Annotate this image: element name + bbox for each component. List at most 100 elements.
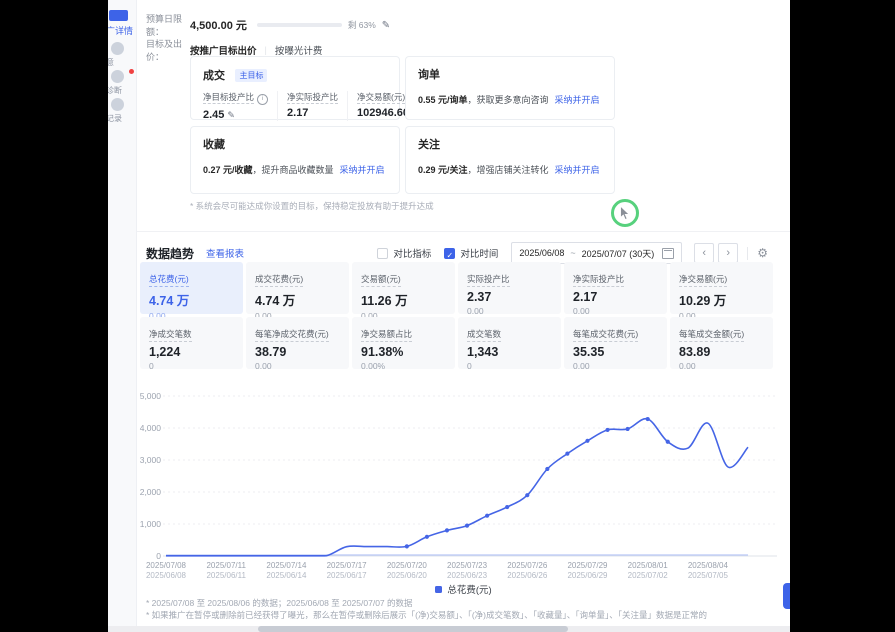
metric-card-value: 2.37 — [467, 290, 552, 304]
metric-card-label: 每笔成交金额(元) — [679, 328, 744, 342]
date-end: 2025/07/07 (30天) — [582, 247, 655, 260]
primary-goal-badge: 主目标 — [235, 69, 267, 82]
metric-card-compare-value: 0 — [149, 361, 234, 371]
svg-text:1,000: 1,000 — [140, 519, 162, 529]
metric-card-label: 净成交笔数 — [149, 328, 192, 342]
adopt-enable-link[interactable]: 采纳并开启 — [555, 165, 600, 175]
calendar-icon — [662, 248, 674, 259]
tab-bid-by-impression[interactable]: 按曝光计费 — [275, 43, 323, 57]
metric-card[interactable]: 每笔成交金额(元)83.890.00 — [670, 317, 773, 369]
scrollbar-thumb[interactable] — [258, 626, 568, 632]
adopt-enable-link[interactable]: 采纳并开启 — [340, 165, 385, 175]
goal-note: * 系统会尽可能达成你设置的目标，保持稳定投放有助于提升达成 — [190, 200, 434, 212]
metric-card-label: 净交易额(元) — [679, 273, 727, 287]
metric-card-grid: 总花费(元) 4.74 万 0.00 成交花费(元)4.74 万0.00 交易额(元) 1… — [140, 262, 773, 369]
svg-text:2025/07/17: 2025/07/17 — [327, 561, 368, 570]
metric-card-value: 91.38% — [361, 345, 446, 359]
metric-card[interactable]: 每笔净成交花费(元)38.790.00 — [246, 317, 349, 369]
metric-card-compare-value: 0.00% — [361, 361, 446, 371]
metric-card-value: 4.74 万 — [149, 290, 234, 309]
metric-card[interactable]: 净实际投产比2.170.00 — [564, 262, 667, 314]
svg-text:2025/07/20: 2025/07/20 — [387, 561, 428, 570]
budget-edit-icon[interactable]: ✎ — [382, 20, 390, 31]
metric-card-compare-value: 0.00 — [255, 361, 340, 371]
diagnosis-icon — [111, 70, 124, 83]
tab-divider: | — [265, 45, 267, 55]
mouse-cursor — [619, 205, 632, 222]
metric-card-value: 11.26 万 — [361, 290, 446, 309]
svg-text:2025/06/17: 2025/06/17 — [327, 571, 368, 580]
gear-icon[interactable]: ⚙ — [757, 246, 768, 260]
promo-detail-label[interactable]: 广详情 — [108, 24, 133, 37]
svg-text:2025/06/11: 2025/06/11 — [206, 571, 246, 580]
metric-card[interactable]: 实际投产比2.370.00 — [458, 262, 561, 314]
goal-card-title: 成交 — [203, 70, 225, 82]
compare-time-checkbox[interactable]: ✓ — [444, 248, 455, 259]
svg-text:2025/06/08: 2025/06/08 — [146, 571, 187, 580]
metric-card-compare-value: 0.00 — [679, 361, 764, 371]
metric-card[interactable]: 总花费(元)4.74 万0.00 — [140, 262, 243, 314]
svg-text:2025/07/23: 2025/07/23 — [447, 561, 488, 570]
metric-card-label: 每笔成交花费(元) — [573, 328, 638, 342]
svg-text:2025/07/11: 2025/07/11 — [206, 561, 246, 570]
metric-card[interactable]: 交易额(元)11.26 万0.00 — [352, 262, 455, 314]
budget-remaining: 剩 63% — [348, 19, 376, 31]
compare-metric-checkbox[interactable]: ✓ — [377, 248, 388, 259]
metric-card-value: 35.35 — [573, 345, 658, 359]
budget-label: 预算日限额： — [146, 12, 190, 38]
legend-swatch — [435, 586, 442, 593]
goal-card-favorite: 收藏 0.27 元/收藏，提升商品收藏数量采纳并开启 — [190, 126, 400, 194]
metric-card[interactable]: 净交易额占比91.38%0.00% — [352, 317, 455, 369]
goal-bid-label: 目标及出价： — [146, 37, 190, 63]
svg-text:4,000: 4,000 — [140, 423, 162, 433]
svg-text:2025/07/08: 2025/07/08 — [146, 561, 187, 570]
legend-label: 总花费(元) — [447, 582, 491, 596]
metric-card-compare-value: 0.00 — [573, 361, 658, 371]
metric-card[interactable]: 净交易额(元)10.29 万0.00 — [670, 262, 773, 314]
adopt-enable-link[interactable]: 采纳并开启 — [555, 95, 600, 105]
svg-text:3,000: 3,000 — [140, 455, 162, 465]
date-range-input[interactable]: 2025/06/08 ~ 2025/07/07 (30天) — [511, 242, 682, 264]
goal-cards: 成交 主目标 净目标投产比i 2.45✎ 净实际投产比 2.17 — [190, 56, 615, 194]
metric-card-value: 1,343 — [467, 345, 552, 359]
main-panel: 预算日限额： 4,500.00 元 剩 63% ✎ 目标及出价： 按推广目标出价… — [137, 0, 790, 632]
metric-card-value: 1,224 — [149, 345, 234, 359]
tool-icon — [111, 42, 124, 55]
svg-text:2025/07/29: 2025/07/29 — [567, 561, 608, 570]
chart-legend[interactable]: 总花费(元) — [137, 582, 790, 596]
svg-text:0: 0 — [156, 551, 161, 561]
side-float-button[interactable] — [783, 583, 790, 609]
svg-text:2025/06/20: 2025/06/20 — [387, 571, 428, 580]
goal-card-follow: 关注 0.29 元/关注，增强店铺关注转化采纳并开启 — [405, 126, 615, 194]
svg-text:2025/06/29: 2025/06/29 — [567, 571, 608, 580]
compare-time-toggle[interactable]: ✓ 对比时间 — [444, 246, 498, 260]
svg-text:5,000: 5,000 — [140, 391, 162, 401]
compare-metric-toggle[interactable]: ✓ 对比指标 — [377, 246, 431, 260]
view-report-link[interactable]: 查看报表 — [206, 246, 244, 260]
metric-card[interactable]: 净成交笔数 1,224 0 — [140, 317, 243, 369]
metric-card[interactable]: 每笔成交花费(元) 35.35 0.00 — [564, 317, 667, 369]
footnote-2: * 如果推广在暂停或删除前已经获得了曝光，那么在暂停或删除后展示「(净)交易额」… — [146, 609, 707, 621]
side-toolbar-active-badge[interactable] — [109, 10, 128, 21]
prev-period-button[interactable]: ‹ — [694, 243, 714, 263]
roi-edit-icon[interactable]: ✎ — [227, 110, 235, 120]
metric-card-compare-value: 0 — [467, 361, 552, 371]
tab-bid-by-goal[interactable]: 按推广目标出价 — [190, 43, 257, 57]
app-window: 广详情 意 诊断 记录 预算日限额： 4,500.00 元 剩 63% — [108, 0, 790, 632]
metric-card[interactable]: 成交笔数1,3430 — [458, 317, 561, 369]
date-start: 2025/06/08 — [519, 248, 564, 258]
info-icon[interactable]: i — [257, 94, 268, 105]
goal-card-inquiry: 询单 0.55 元/询单，获取更多意向咨询采纳并开启 — [405, 56, 615, 120]
next-period-button[interactable]: › — [718, 243, 738, 263]
side-tool-item-1[interactable]: 意 — [108, 42, 136, 68]
svg-text:2025/06/23: 2025/06/23 — [447, 571, 488, 580]
screen: 广详情 意 诊断 记录 预算日限额： 4,500.00 元 剩 63% — [0, 0, 895, 632]
trend-line-chart: 01,0002,0003,0004,0005,0002025/07/082025… — [137, 386, 790, 584]
metric-card-label: 总花费(元) — [149, 273, 189, 287]
metric-card[interactable]: 成交花费(元)4.74 万0.00 — [246, 262, 349, 314]
side-tool-item-history[interactable]: 记录 — [108, 98, 136, 124]
svg-text:2025/07/05: 2025/07/05 — [688, 571, 729, 580]
controls-divider — [747, 247, 748, 260]
metric-card-label: 实际投产比 — [467, 273, 510, 287]
metric-card-label: 交易额(元) — [361, 273, 401, 287]
